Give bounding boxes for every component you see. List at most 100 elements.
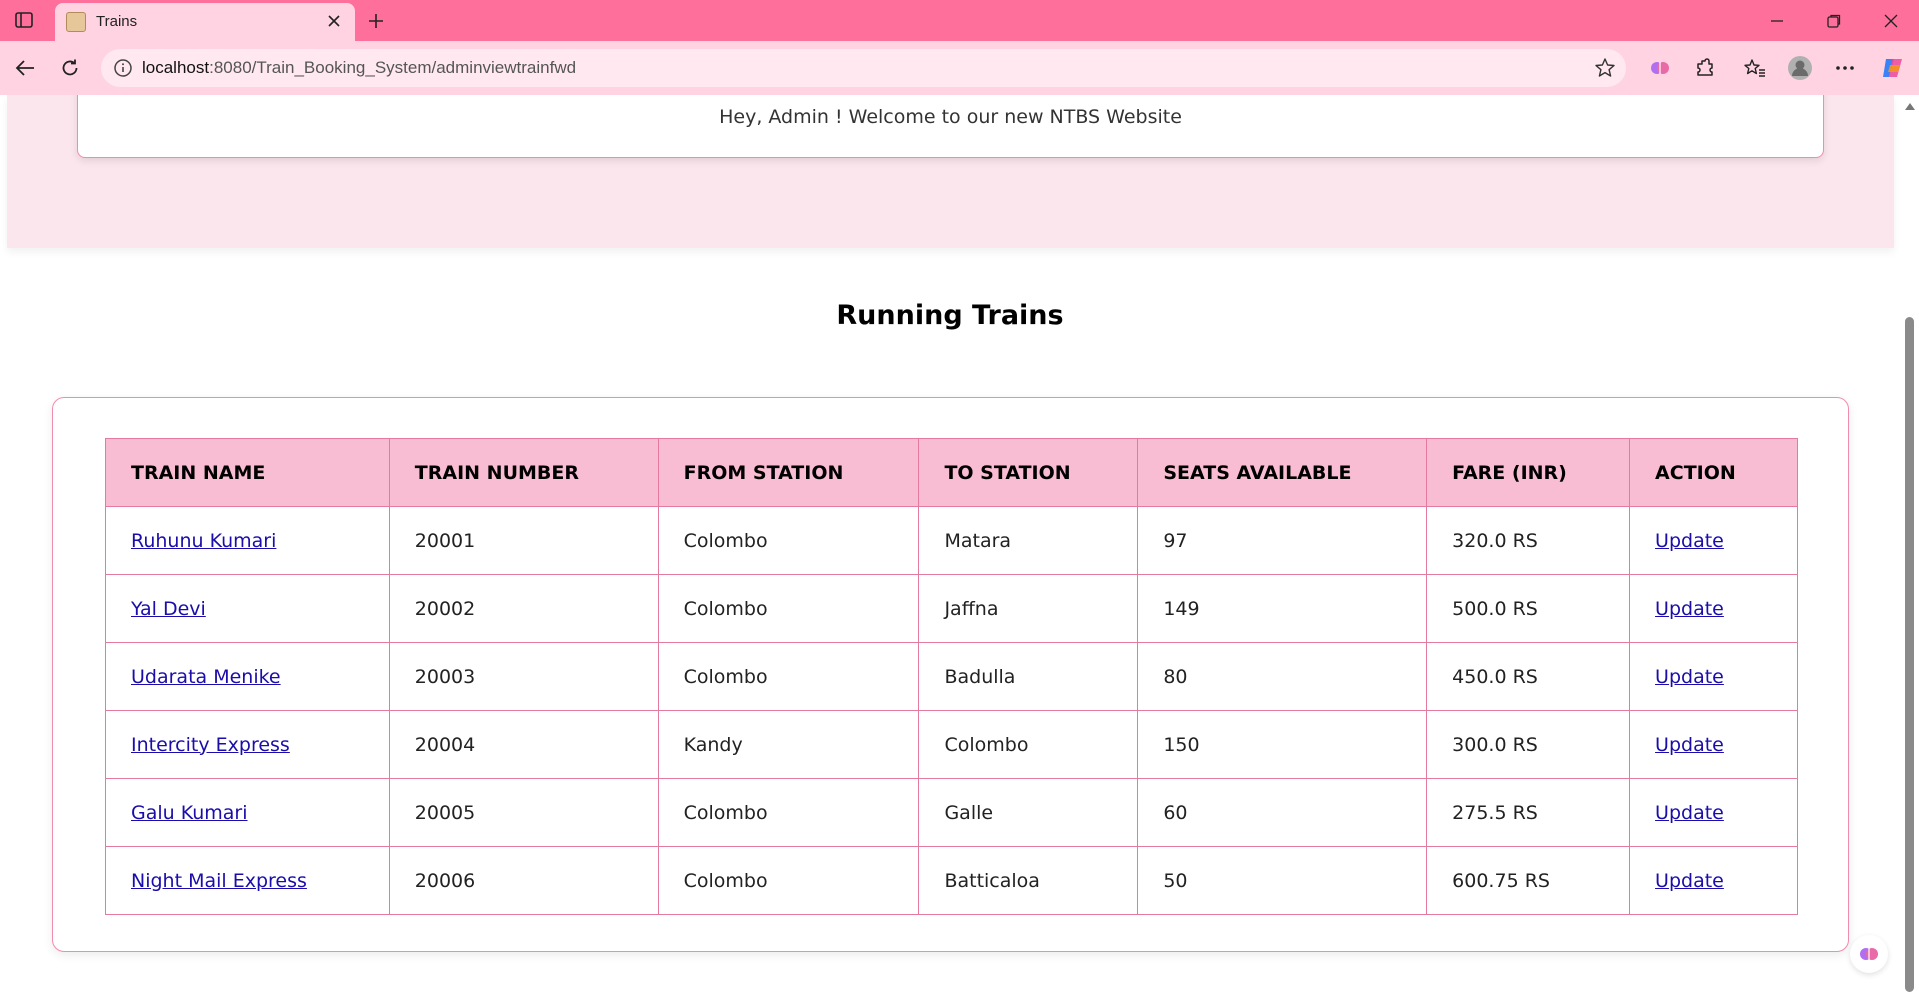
to-station-cell: Matara (918, 506, 1139, 575)
sidebar-toggle-icon[interactable] (12, 9, 36, 31)
train-name-cell: Yal Devi (105, 574, 390, 643)
seats-cell: 60 (1137, 778, 1428, 847)
train-name-link[interactable]: Ruhunu Kumari (131, 530, 276, 552)
action-cell: Update (1629, 710, 1798, 779)
browser-tab-trains[interactable]: Trains (55, 3, 355, 41)
seats-cell: 97 (1137, 506, 1428, 575)
fare-cell: 450.0 RS (1426, 642, 1631, 711)
seats-cell: 80 (1137, 642, 1428, 711)
table-row: Intercity Express 20004 Kandy Colombo 15… (105, 710, 1798, 779)
train-number-cell: 20006 (388, 846, 659, 915)
table-row: Night Mail Express 20006 Colombo Battica… (105, 846, 1798, 915)
train-number-cell: 20001 (388, 506, 659, 575)
seats-cell: 149 (1137, 574, 1428, 643)
train-name-link[interactable]: Galu Kumari (131, 802, 248, 824)
page-content: Hey, Admin ! Welcome to our new NTBS Web… (0, 95, 1900, 997)
table-row: Yal Devi 20002 Colombo Jaffna 149 500.0 … (105, 574, 1798, 643)
from-station-cell: Kandy (657, 710, 920, 779)
action-cell: Update (1629, 846, 1798, 915)
update-link[interactable]: Update (1655, 734, 1724, 756)
update-link[interactable]: Update (1655, 802, 1724, 824)
from-station-cell: Colombo (657, 642, 920, 711)
fare-cell: 500.0 RS (1426, 574, 1631, 643)
reload-icon[interactable] (55, 53, 85, 83)
more-menu-icon[interactable] (1830, 53, 1860, 83)
page-title: Running Trains (836, 300, 1064, 331)
table-row: Galu Kumari 20005 Colombo Galle 60 275.5… (105, 778, 1798, 847)
fare-cell: 300.0 RS (1426, 710, 1631, 779)
column-header: ACTION (1629, 438, 1798, 507)
favorites-icon[interactable] (1740, 53, 1770, 83)
column-header: TRAIN NAME (105, 438, 390, 507)
action-cell: Update (1629, 506, 1798, 575)
action-cell: Update (1629, 778, 1798, 847)
scroll-up-arrow-icon[interactable] (1905, 103, 1915, 110)
column-header: TRAIN NUMBER (388, 438, 659, 507)
to-station-cell: Galle (918, 778, 1139, 847)
close-window-icon[interactable] (1876, 8, 1906, 34)
copilot-icon[interactable] (1878, 53, 1908, 83)
train-number-cell: 20004 (388, 710, 659, 779)
table-row: Udarata Menike 20003 Colombo Badulla 80 … (105, 642, 1798, 711)
train-name-cell: Intercity Express (105, 710, 390, 779)
extensions-icon[interactable] (1690, 53, 1720, 83)
tab-close-icon[interactable] (323, 10, 345, 32)
profile-avatar-icon[interactable] (1785, 53, 1815, 83)
url-host: localhost (142, 58, 210, 77)
to-station-cell: Jaffna (918, 574, 1139, 643)
floating-copilot-icon[interactable] (1850, 935, 1888, 973)
table-row: Ruhunu Kumari 20001 Colombo Matara 97 32… (105, 506, 1798, 575)
fare-cell: 600.75 RS (1426, 846, 1631, 915)
from-station-cell: Colombo (657, 846, 920, 915)
train-number-cell: 20005 (388, 778, 659, 847)
fare-cell: 320.0 RS (1426, 506, 1631, 575)
train-name-cell: Galu Kumari (105, 778, 390, 847)
from-station-cell: Colombo (657, 778, 920, 847)
minimize-icon[interactable] (1762, 8, 1792, 34)
trains-table-card: TRAIN NAME TRAIN NUMBER FROM STATION TO … (52, 397, 1849, 952)
action-cell: Update (1629, 574, 1798, 643)
column-header: FROM STATION (657, 438, 920, 507)
train-name-cell: Night Mail Express (105, 846, 390, 915)
url-text[interactable]: localhost:8080/Train_Booking_System/admi… (142, 58, 576, 78)
copilot-brain-icon[interactable] (1645, 53, 1675, 83)
column-header: SEATS AVAILABLE (1137, 438, 1428, 507)
column-header: TO STATION (918, 438, 1139, 507)
train-name-link[interactable]: Intercity Express (131, 734, 290, 756)
address-bar[interactable]: localhost:8080/Train_Booking_System/admi… (101, 49, 1626, 87)
train-name-link[interactable]: Night Mail Express (131, 870, 307, 892)
restore-icon[interactable] (1819, 8, 1849, 34)
train-name-cell: Udarata Menike (105, 642, 390, 711)
column-header: FARE (INR) (1426, 438, 1631, 507)
browser-titlebar: Trains (0, 0, 1919, 41)
trains-table: TRAIN NAME TRAIN NUMBER FROM STATION TO … (105, 438, 1798, 915)
train-number-cell: 20003 (388, 642, 659, 711)
favorite-star-icon[interactable] (1594, 57, 1616, 79)
train-number-cell: 20002 (388, 574, 659, 643)
tab-title: Trains (96, 13, 138, 30)
update-link[interactable]: Update (1655, 598, 1724, 620)
train-name-link[interactable]: Udarata Menike (131, 666, 281, 688)
train-name-cell: Ruhunu Kumari (105, 506, 390, 575)
action-cell: Update (1629, 642, 1798, 711)
table-header-row: TRAIN NAME TRAIN NUMBER FROM STATION TO … (105, 438, 1798, 507)
fare-cell: 275.5 RS (1426, 778, 1631, 847)
update-link[interactable]: Update (1655, 530, 1724, 552)
seats-cell: 50 (1137, 846, 1428, 915)
back-arrow-icon[interactable] (10, 53, 40, 83)
scrollbar-thumb[interactable] (1905, 317, 1914, 992)
update-link[interactable]: Update (1655, 666, 1724, 688)
new-tab-icon[interactable] (363, 8, 389, 34)
seats-cell: 150 (1137, 710, 1428, 779)
train-name-link[interactable]: Yal Devi (131, 598, 206, 620)
site-info-icon[interactable] (113, 58, 133, 78)
to-station-cell: Badulla (918, 642, 1139, 711)
welcome-message: Hey, Admin ! Welcome to our new NTBS Web… (719, 106, 1182, 128)
to-station-cell: Batticaloa (918, 846, 1139, 915)
vertical-scrollbar[interactable] (1900, 95, 1919, 997)
update-link[interactable]: Update (1655, 870, 1724, 892)
train-favicon-icon (66, 12, 86, 32)
browser-toolbar: localhost:8080/Train_Booking_System/admi… (0, 41, 1919, 95)
welcome-card: Hey, Admin ! Welcome to our new NTBS Web… (77, 95, 1824, 158)
url-path: :8080/Train_Booking_System/adminviewtrai… (209, 58, 577, 77)
